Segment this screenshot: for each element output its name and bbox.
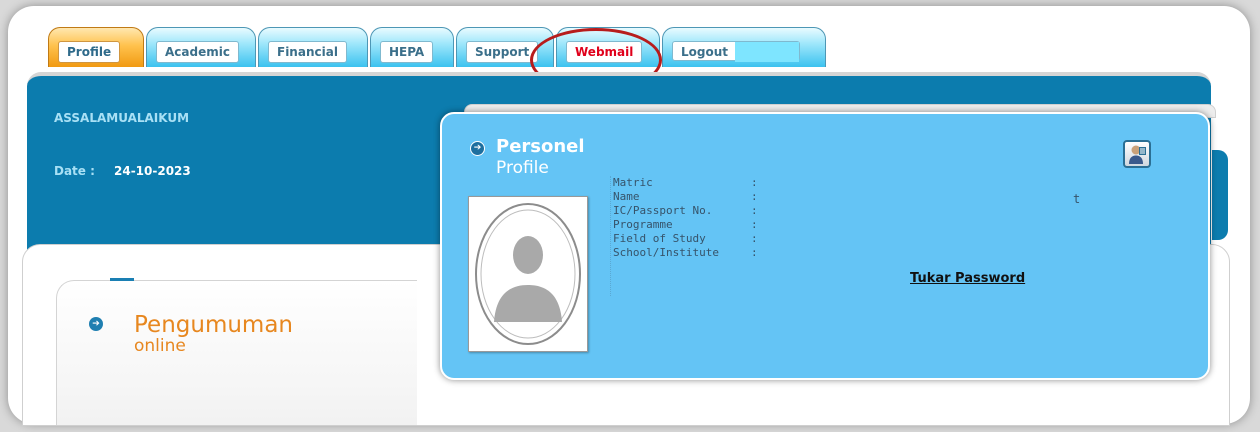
panel-edge [1212,150,1228,240]
date-value: 24-10-2023 [114,164,191,178]
tab-financial[interactable]: Financial [258,27,368,67]
arrow-right-icon: ➔ [89,317,103,331]
field-colon: : [751,190,758,203]
date-label: Date : [54,164,95,178]
user-profile-icon[interactable] [1123,140,1151,168]
tab-label: Profile [58,41,121,63]
announcement-subtitle: online [134,336,186,356]
card-subtitle: Profile [496,158,549,178]
tab-profile[interactable]: Profile [48,27,144,67]
change-password-link[interactable]: Tukar Password [910,271,1025,286]
greeting-text: ASSALAMUALAIKUM [54,111,190,125]
announcement-tick [110,278,134,281]
announcement-title: Pengumuman [134,312,294,338]
field-value-name: t [1073,192,1081,206]
field-colon: : [751,176,758,189]
tab-label: Financial [268,41,347,63]
arrow-right-icon: ➔ [470,141,485,156]
field-colon: : [751,218,758,231]
field-label-programme: Programme [613,218,673,231]
field-colon: : [751,232,758,245]
announcement-box [56,280,417,425]
field-label-matric: Matric [613,176,653,189]
field-colon: : [751,246,758,259]
tab-hepa[interactable]: HEPA [370,27,454,67]
tab-label: Logout [672,41,800,62]
tab-logout[interactable]: Logout [662,27,826,67]
field-label-school: School/Institute [613,246,719,259]
tab-label: HEPA [380,41,434,63]
field-label-name: Name [613,190,640,203]
tab-label: Support [466,41,539,63]
avatar-placeholder-icon [468,196,588,352]
tab-label: Academic [156,41,239,63]
field-colon: : [751,204,758,217]
tab-academic[interactable]: Academic [146,27,256,67]
field-label-field-of-study: Field of Study [613,232,706,245]
card-title: Personel [496,136,585,157]
field-label-ic: IC/Passport No. [613,204,713,217]
